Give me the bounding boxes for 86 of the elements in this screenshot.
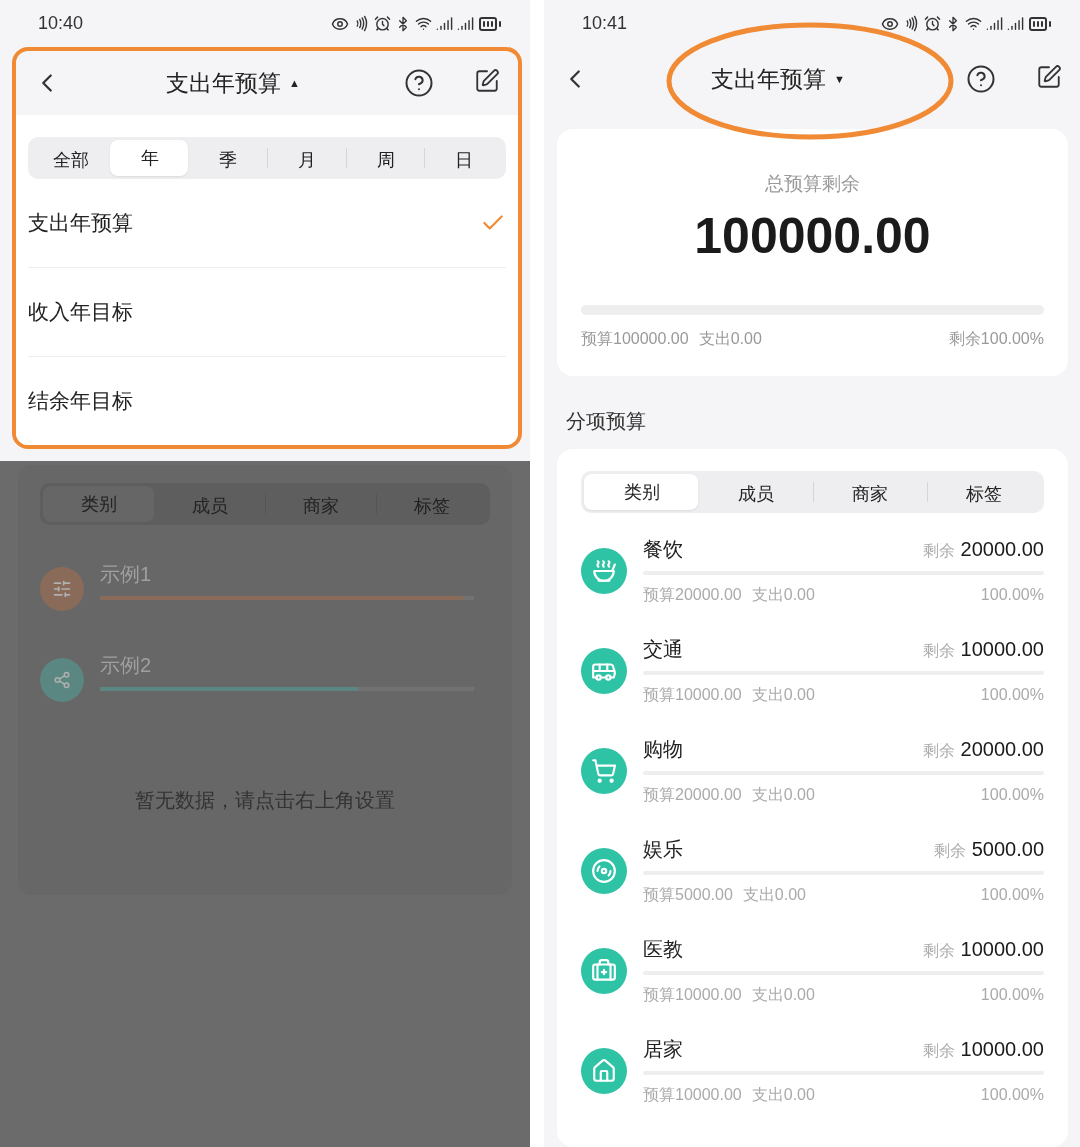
wifi-icon [415, 15, 432, 32]
category-name: 餐饮 [643, 537, 683, 562]
help-button[interactable] [404, 68, 434, 98]
budget-type-selector[interactable]: 支出年预算 ▼ [590, 62, 966, 96]
percent-text: 100.00% [980, 586, 1044, 604]
budget-text: 预算10000.00 [643, 985, 742, 1005]
caret-icon: ▲ [289, 77, 300, 89]
remaining-amount: 10000.00 [960, 938, 1044, 960]
section-title: 分项预算 [565, 409, 647, 434]
remaining-label: 剩余 [922, 942, 955, 959]
category-name: 购物 [643, 737, 683, 762]
cart-icon [591, 758, 617, 784]
segment-tab[interactable]: 年 [109, 140, 189, 176]
segment-tab[interactable]: 月 [267, 148, 346, 168]
spent-text: 支出0.00 [751, 585, 815, 605]
help-icon [404, 68, 434, 98]
remaining-amount: 10000.00 [960, 638, 1044, 660]
segment-tab[interactable]: 商家 [812, 482, 927, 502]
remaining-amount: 20000.00 [960, 538, 1044, 560]
remaining-amount: 5000.00 [971, 838, 1044, 860]
remaining-amount: 10000.00 [960, 1038, 1044, 1060]
caret-icon: ▼ [834, 73, 845, 85]
percent-text: 100.00% [980, 686, 1044, 704]
budget-text: 预算5000.00 [643, 885, 733, 905]
budget-option: 支出年预算 [28, 209, 133, 237]
item-name: 示例1 [100, 563, 152, 585]
budget-type-selector[interactable]: 支出年预算 ▲ [62, 66, 404, 100]
alarm-icon [924, 15, 941, 32]
segment-tab[interactable]: 类别 [584, 474, 699, 510]
budget-option: 收入年目标 [28, 298, 133, 326]
segment-tab[interactable]: 成员 [698, 482, 813, 502]
item-name: 示例2 [100, 654, 152, 676]
bowl-icon [591, 558, 617, 584]
budget-text: 预算100000.00 [581, 329, 689, 349]
summary-label: 总预算剩余 [764, 172, 861, 196]
spent-text: 支出0.00 [698, 329, 762, 349]
remaining-label: 剩余 [933, 842, 966, 859]
option-row[interactable]: 收入年目标 [28, 268, 506, 357]
signal-icon [436, 15, 453, 32]
medical-kit-icon [591, 958, 617, 984]
remaining-label: 剩余 [922, 542, 955, 559]
category-name: 交通 [643, 637, 683, 662]
remaining-text: 剩余100.00% [948, 329, 1044, 349]
percent-text: 100.00% [980, 1086, 1044, 1104]
spent-text: 支出0.00 [751, 1085, 815, 1105]
budget-text: 预算10000.00 [643, 1085, 742, 1105]
signal-icon [457, 15, 474, 32]
budget-option: 结余年目标 [28, 387, 133, 415]
budget-text: 预算20000.00 [643, 585, 742, 605]
budget-text: 预算10000.00 [643, 685, 742, 705]
percent-text: 100.00% [980, 786, 1044, 804]
wifi-icon [965, 15, 982, 32]
help-button[interactable] [966, 64, 996, 94]
spent-text: 支出0.00 [742, 885, 806, 905]
alarm-icon [374, 15, 391, 32]
percent-text: 100.00% [980, 886, 1044, 904]
remaining-label: 剩余 [922, 642, 955, 659]
signal-icon [986, 15, 1003, 32]
budget-text: 预算20000.00 [643, 785, 742, 805]
option-row[interactable]: 结余年目标 [28, 357, 506, 445]
spent-text: 支出0.00 [751, 785, 815, 805]
segment-tab[interactable]: 标签 [926, 482, 1041, 502]
percent-text: 100.00% [980, 986, 1044, 1004]
option-row[interactable]: 支出年预算 [28, 179, 506, 268]
segment-tab[interactable]: 周 [345, 148, 425, 168]
edit-icon [474, 68, 500, 94]
remaining-label: 剩余 [922, 1042, 955, 1059]
summary-amount: 100000.00 [693, 207, 932, 265]
category-name: 居家 [643, 1037, 683, 1062]
help-icon [966, 64, 996, 94]
status-time: 10:40 [38, 13, 84, 34]
share-icon [53, 670, 71, 689]
signal-icon [1007, 15, 1024, 32]
status-time: 10:41 [582, 13, 628, 34]
spent-text: 支出0.00 [751, 685, 815, 705]
sliders-icon [52, 578, 72, 599]
segment-tab[interactable]: 季 [188, 148, 267, 168]
segment-tab[interactable]: 日 [424, 148, 504, 168]
segment-tab[interactable]: 全部 [31, 148, 110, 168]
remaining-label: 剩余 [922, 742, 955, 759]
category-name: 医教 [643, 937, 683, 962]
edit-icon [1036, 64, 1062, 90]
spent-text: 支出0.00 [751, 985, 815, 1005]
house-icon [591, 1058, 617, 1084]
remaining-amount: 20000.00 [960, 738, 1044, 760]
category-name: 娱乐 [643, 837, 683, 862]
